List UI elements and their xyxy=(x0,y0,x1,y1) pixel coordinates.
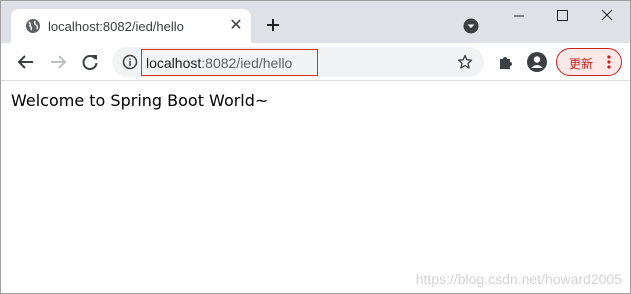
page-content: Welcome to Spring Boot World~ https://bl… xyxy=(1,82,630,293)
browser-window: localhost:8082/ied/hello ✕ localhost:808… xyxy=(0,0,631,294)
minimize-icon[interactable] xyxy=(496,1,542,31)
url-path: :8082/ied/hello xyxy=(201,55,293,71)
more-menu-icon xyxy=(606,55,612,69)
maximize-icon[interactable] xyxy=(539,1,585,31)
forward-arrow-icon[interactable] xyxy=(47,51,69,73)
tab-close-icon[interactable]: ✕ xyxy=(228,18,244,34)
tab-title: localhost:8082/ied/hello xyxy=(48,19,184,34)
url-highlight-box: localhost:8082/ied/hello xyxy=(141,49,318,76)
url-text[interactable]: localhost:8082/ied/hello xyxy=(146,55,292,71)
tab-search-dropdown-icon[interactable] xyxy=(463,18,479,34)
update-label: 更新 xyxy=(569,57,594,71)
back-arrow-icon[interactable] xyxy=(15,51,37,73)
url-host: localhost xyxy=(146,55,202,71)
tab-active[interactable]: localhost:8082/ied/hello ✕ xyxy=(11,9,251,43)
profile-avatar-icon[interactable] xyxy=(527,52,547,72)
site-info-icon[interactable] xyxy=(122,54,138,70)
watermark: https://blog.csdn.net/howard2005 xyxy=(415,271,622,287)
extensions-puzzle-icon[interactable] xyxy=(497,53,515,71)
address-bar[interactable]: localhost:8082/ied/hello xyxy=(112,47,484,77)
tab-strip: localhost:8082/ied/hello ✕ xyxy=(1,1,630,43)
reload-icon[interactable] xyxy=(79,51,101,73)
close-window-icon[interactable] xyxy=(584,1,630,31)
welcome-message: Welcome to Spring Boot World~ xyxy=(11,91,269,110)
update-button[interactable]: 更新 xyxy=(556,48,622,76)
globe-icon xyxy=(25,18,41,34)
toolbar: localhost:8082/ied/hello 更新 xyxy=(1,43,630,81)
bookmark-star-icon[interactable] xyxy=(457,54,473,70)
new-tab-plus-icon[interactable] xyxy=(263,15,283,35)
